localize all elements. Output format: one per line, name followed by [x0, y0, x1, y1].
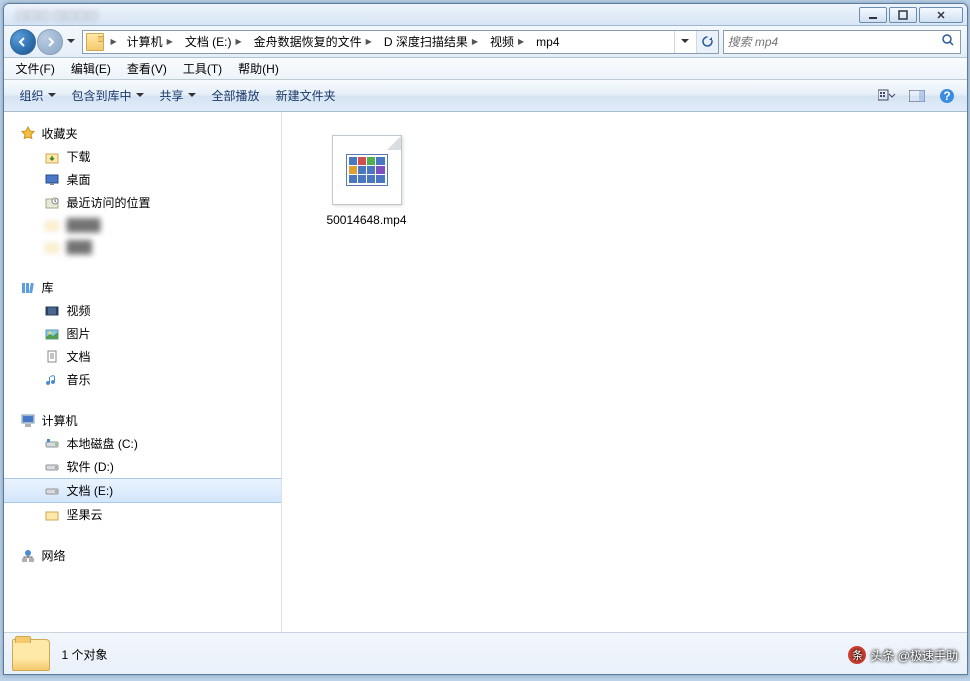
sidebar-head-libraries[interactable]: 库	[4, 276, 281, 299]
help-button[interactable]: ?	[935, 85, 959, 107]
history-dropdown[interactable]	[64, 31, 78, 53]
preview-pane-button[interactable]	[905, 85, 929, 107]
download-icon	[44, 149, 60, 165]
sidebar-computer: 计算机 本地磁盘 (C:) 软件 (D:) 文档 (E:) 坚果云	[4, 409, 281, 526]
include-button[interactable]: 包含到库中	[64, 84, 152, 107]
status-text: 1 个对象	[62, 646, 108, 663]
crumb-current[interactable]: mp4	[530, 31, 561, 53]
body: 收藏夹 下载 桌面 最近访问的位置 ████ ███ 库 视频 图片 文档 音乐…	[4, 112, 967, 632]
title-bar-blurred: ▢▢▢ ▢▢▢▢	[8, 8, 857, 22]
sidebar[interactable]: 收藏夹 下载 桌面 最近访问的位置 ████ ███ 库 视频 图片 文档 音乐…	[4, 112, 282, 632]
network-icon	[20, 548, 36, 564]
crumb-drive[interactable]: 文档 (E:)▶	[179, 31, 248, 53]
minimize-button[interactable]	[859, 7, 887, 23]
sidebar-libraries: 库 视频 图片 文档 音乐	[4, 276, 281, 391]
sidebar-head-favorites[interactable]: 收藏夹	[4, 122, 281, 145]
close-button[interactable]	[919, 7, 963, 23]
sidebar-item-pictures[interactable]: 图片	[4, 322, 281, 345]
menu-help[interactable]: 帮助(H)	[230, 58, 287, 79]
folder-icon	[86, 33, 104, 51]
search-icon[interactable]	[940, 33, 956, 50]
folder-icon	[44, 217, 60, 233]
nav-arrows	[10, 29, 78, 55]
sidebar-item-blurred2[interactable]: ███	[4, 236, 281, 258]
back-button[interactable]	[10, 29, 36, 55]
menu-edit[interactable]: 编辑(E)	[63, 58, 119, 79]
library-icon	[20, 280, 36, 296]
svg-text:?: ?	[943, 89, 950, 103]
music-icon	[44, 372, 60, 388]
drive-icon	[44, 459, 60, 475]
sidebar-item-music[interactable]: 音乐	[4, 368, 281, 391]
pictures-icon	[44, 326, 60, 342]
title-bar: ▢▢▢ ▢▢▢▢	[4, 4, 967, 26]
status-folder-icon	[12, 639, 50, 671]
chevron-right-icon[interactable]: ▶	[107, 37, 121, 46]
menu-view[interactable]: 查看(V)	[119, 58, 175, 79]
newfolder-button[interactable]: 新建文件夹	[268, 84, 344, 107]
toolbar: 组织 包含到库中 共享 全部播放 新建文件夹 ?	[4, 80, 967, 112]
star-icon	[20, 126, 36, 142]
search-box[interactable]	[723, 30, 961, 54]
status-bar: 1 个对象	[4, 632, 967, 675]
sidebar-item-desktop[interactable]: 桌面	[4, 168, 281, 191]
sidebar-item-drive-e[interactable]: 文档 (E:)	[4, 478, 281, 503]
address-bar[interactable]: ▶ 计算机▶ 文档 (E:)▶ 金舟数据恢复的文件▶ D 深度扫描结果▶ 视频▶…	[82, 30, 719, 54]
forward-button[interactable]	[37, 29, 63, 55]
file-item[interactable]: 50014648.mp4	[312, 130, 422, 232]
watermark-icon: 条	[848, 646, 866, 664]
nav-row: ▶ 计算机▶ 文档 (E:)▶ 金舟数据恢复的文件▶ D 深度扫描结果▶ 视频▶…	[4, 26, 967, 58]
view-options-button[interactable]	[875, 85, 899, 107]
share-button[interactable]: 共享	[152, 84, 204, 107]
search-input[interactable]	[728, 35, 940, 49]
folder-icon	[44, 507, 60, 523]
crumb-folder1[interactable]: 金舟数据恢复的文件▶	[248, 31, 378, 53]
crumb-computer[interactable]: 计算机▶	[121, 31, 179, 53]
menu-tools[interactable]: 工具(T)	[175, 58, 230, 79]
drive-icon	[44, 436, 60, 452]
maximize-button[interactable]	[889, 7, 917, 23]
documents-icon	[44, 349, 60, 365]
playall-button[interactable]: 全部播放	[204, 84, 268, 107]
organize-button[interactable]: 组织	[12, 84, 64, 107]
sidebar-item-recent[interactable]: 最近访问的位置	[4, 191, 281, 214]
sidebar-network: 网络	[4, 544, 281, 567]
sidebar-item-drive-d[interactable]: 软件 (D:)	[4, 455, 281, 478]
sidebar-head-computer[interactable]: 计算机	[4, 409, 281, 432]
crumb-folder2[interactable]: D 深度扫描结果▶	[378, 31, 484, 53]
file-thumb-icon	[332, 135, 402, 205]
desktop-icon	[44, 172, 60, 188]
refresh-button[interactable]	[696, 31, 718, 53]
sidebar-item-downloads[interactable]: 下载	[4, 145, 281, 168]
crumb-folder3[interactable]: 视频▶	[484, 31, 530, 53]
video-icon	[44, 303, 60, 319]
sidebar-item-drive-c[interactable]: 本地磁盘 (C:)	[4, 432, 281, 455]
address-dropdown[interactable]	[674, 31, 696, 53]
menu-bar: 文件(F) 编辑(E) 查看(V) 工具(T) 帮助(H)	[4, 58, 967, 80]
recent-icon	[44, 195, 60, 211]
sidebar-favorites: 收藏夹 下载 桌面 最近访问的位置 ████ ███	[4, 122, 281, 258]
sidebar-item-documents[interactable]: 文档	[4, 345, 281, 368]
menu-file[interactable]: 文件(F)	[8, 58, 63, 79]
sidebar-head-network[interactable]: 网络	[4, 544, 281, 567]
folder-icon	[44, 239, 60, 255]
computer-icon	[20, 413, 36, 429]
file-name: 50014648.mp4	[326, 213, 406, 227]
sidebar-item-blurred1[interactable]: ████	[4, 214, 281, 236]
sidebar-item-jianguoyun[interactable]: 坚果云	[4, 503, 281, 526]
sidebar-item-videos[interactable]: 视频	[4, 299, 281, 322]
file-pane[interactable]: 50014648.mp4	[282, 112, 967, 632]
drive-icon	[44, 483, 60, 499]
explorer-window: ▢▢▢ ▢▢▢▢ ▶ 计算机▶ 文档 (E:)▶ 金舟数据恢复的文件▶ D 深度…	[3, 3, 968, 675]
watermark: 条 头条 @极速手助	[848, 646, 958, 664]
